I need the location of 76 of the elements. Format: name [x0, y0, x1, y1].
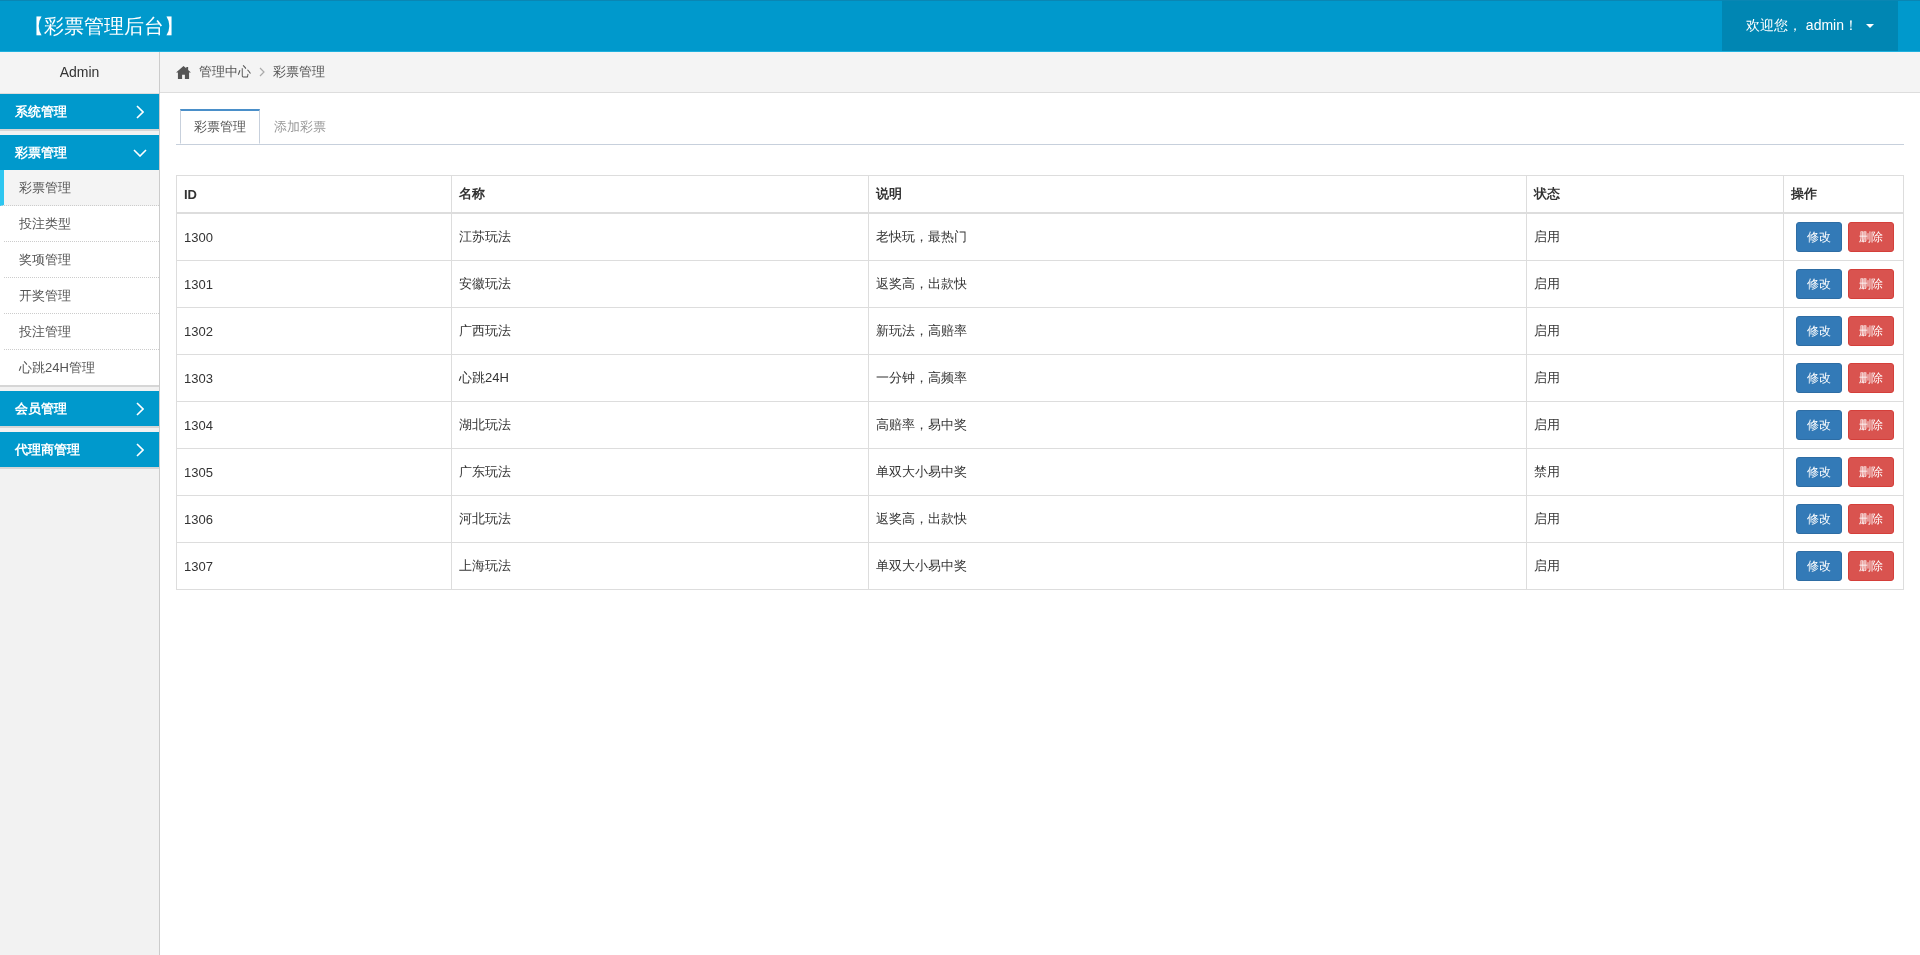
table-cell: 1307: [176, 542, 452, 590]
table-cell: 广东玩法: [451, 448, 869, 496]
menu-group-header[interactable]: 系统管理: [0, 94, 159, 129]
table-cell: 高赔率，易中奖: [868, 401, 1527, 449]
menu-item[interactable]: 投注类型: [4, 206, 159, 242]
table-cell: 返奖高，出款快: [868, 260, 1527, 308]
menu-item[interactable]: 彩票管理: [0, 170, 159, 206]
chevron-right-icon: [136, 442, 144, 457]
table-cell: 启用: [1526, 495, 1784, 543]
column-header: 操作: [1783, 175, 1904, 213]
table-cell: 1305: [176, 448, 452, 496]
chevron-right-icon: [136, 401, 144, 416]
table-cell: 单双大小易中奖: [868, 448, 1527, 496]
menu-group-header[interactable]: 代理商管理: [0, 432, 159, 467]
table-cell: 1300: [176, 213, 452, 261]
edit-button[interactable]: 修改: [1796, 222, 1842, 252]
table-cell: 启用: [1526, 307, 1784, 355]
table-cell: 启用: [1526, 260, 1784, 308]
table-cell: 心跳24H: [451, 354, 869, 402]
column-header: ID: [176, 175, 452, 213]
chevron-right-icon: [136, 104, 144, 119]
edit-button[interactable]: 修改: [1796, 457, 1842, 487]
edit-button[interactable]: 修改: [1796, 316, 1842, 346]
delete-button[interactable]: 删除: [1848, 551, 1894, 581]
table-cell: 1304: [176, 401, 452, 449]
table-cell: 启用: [1526, 354, 1784, 402]
table-cell: 广西玩法: [451, 307, 869, 355]
table-cell: 禁用: [1526, 448, 1784, 496]
table-cell: 上海玩法: [451, 542, 869, 590]
table-cell: 江苏玩法: [451, 213, 869, 261]
edit-button[interactable]: 修改: [1796, 269, 1842, 299]
table-cell: 启用: [1526, 542, 1784, 590]
column-header: 状态: [1526, 175, 1784, 213]
table-cell: 1306: [176, 495, 452, 543]
table-cell: 一分钟，高频率: [868, 354, 1527, 402]
table-cell: 返奖高，出款快: [868, 495, 1527, 543]
delete-button[interactable]: 删除: [1848, 316, 1894, 346]
table-cell: 新玩法，高赔率: [868, 307, 1527, 355]
tab[interactable]: 添加彩票: [260, 109, 340, 144]
table-cell: 河北玩法: [451, 495, 869, 543]
chevron-down-icon: [133, 148, 147, 157]
breadcrumb-current: 彩票管理: [273, 63, 325, 81]
delete-button[interactable]: 删除: [1848, 269, 1894, 299]
column-header: 名称: [451, 175, 869, 213]
table-cell: 安徽玩法: [451, 260, 869, 308]
edit-button[interactable]: 修改: [1796, 363, 1842, 393]
menu-group-header[interactable]: 彩票管理: [0, 135, 159, 170]
delete-button[interactable]: 删除: [1848, 457, 1894, 487]
menu-item[interactable]: 开奖管理: [4, 278, 159, 314]
breadcrumb-link[interactable]: 管理中心: [199, 63, 251, 81]
home-icon: [176, 65, 191, 79]
delete-button[interactable]: 删除: [1848, 504, 1894, 534]
delete-button[interactable]: 删除: [1848, 410, 1894, 440]
tab[interactable]: 彩票管理: [180, 109, 260, 144]
menu-item[interactable]: 奖项管理: [4, 242, 159, 278]
column-header: 说明: [868, 175, 1527, 213]
table-cell: 1302: [176, 307, 452, 355]
app-title: 【彩票管理后台】: [23, 13, 184, 39]
table-cell: 1301: [176, 260, 452, 308]
caret-icon: [1866, 24, 1874, 28]
menu-item[interactable]: 投注管理: [4, 314, 159, 350]
menu-group-header[interactable]: 会员管理: [0, 391, 159, 426]
table-cell: 启用: [1526, 213, 1784, 261]
edit-button[interactable]: 修改: [1796, 410, 1842, 440]
chevron-right-icon: [259, 67, 265, 77]
table-cell: 1303: [176, 354, 452, 402]
user-menu-button[interactable]: 欢迎您， admin！: [1721, 1, 1898, 51]
delete-button[interactable]: 删除: [1848, 363, 1894, 393]
table-cell: 老快玩，最热门: [868, 213, 1527, 261]
table-cell: 启用: [1526, 401, 1784, 449]
edit-button[interactable]: 修改: [1796, 504, 1842, 534]
table-cell: 湖北玩法: [451, 401, 869, 449]
menu-item[interactable]: 心跳24H管理: [4, 350, 159, 385]
table-cell: 单双大小易中奖: [868, 542, 1527, 590]
edit-button[interactable]: 修改: [1796, 551, 1842, 581]
delete-button[interactable]: 删除: [1848, 222, 1894, 252]
